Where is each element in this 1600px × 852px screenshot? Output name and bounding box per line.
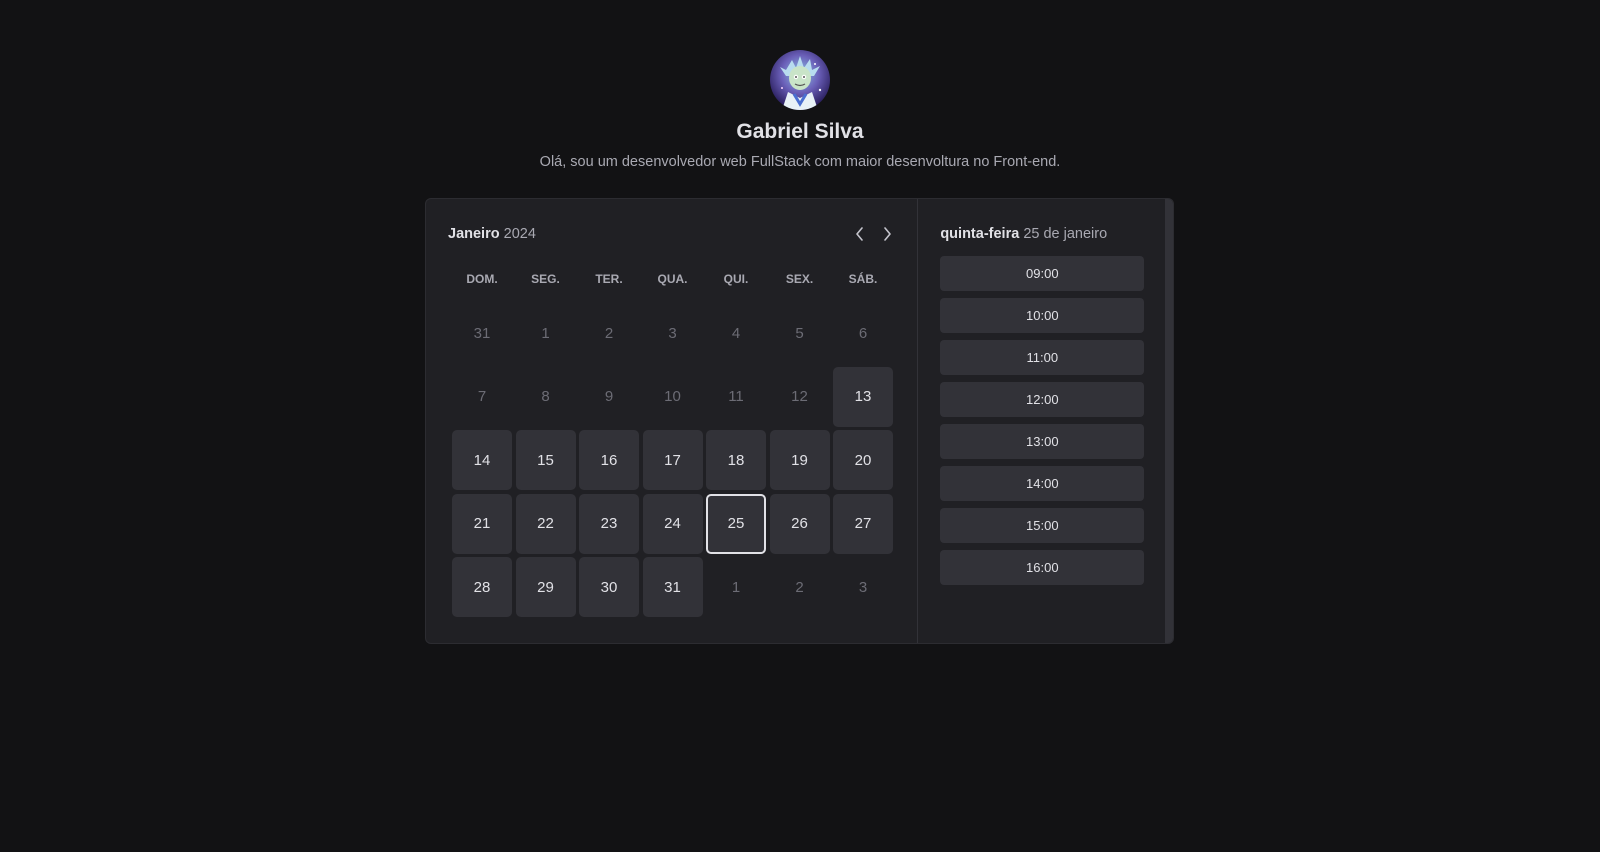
day-cell[interactable]: 27 bbox=[833, 493, 893, 554]
year: 2024 bbox=[503, 226, 536, 242]
day-cell: 2 bbox=[604, 324, 614, 342]
month-title: Janeiro 2024 bbox=[448, 226, 536, 242]
scheduling-card: Janeiro 2024 DOM. SEG. TER. QUA. QUI. SE… bbox=[425, 198, 1174, 644]
avatar bbox=[770, 50, 830, 110]
day-cell: 3 bbox=[668, 324, 677, 342]
selected-date: 25 de janeiro bbox=[1023, 226, 1108, 242]
day-cell[interactable]: 19 bbox=[769, 430, 830, 490]
time-slot-button[interactable]: 14:00 bbox=[940, 466, 1145, 501]
day-cell: 12 bbox=[791, 388, 808, 405]
weekday-label: SÁB. bbox=[848, 272, 878, 286]
month-navigation bbox=[852, 224, 895, 244]
time-slot-button[interactable]: 10:00 bbox=[940, 298, 1145, 333]
day-cell: 1 bbox=[541, 324, 550, 342]
profile-header: Gabriel Silva Olá, sou um desenvolvedor … bbox=[0, 50, 1600, 170]
weekday-label: TER. bbox=[595, 272, 623, 286]
day-cell[interactable]: 13 bbox=[833, 366, 893, 427]
day-cell: 9 bbox=[604, 388, 614, 405]
next-month-button[interactable] bbox=[879, 224, 895, 244]
day-cell[interactable]: 23 bbox=[579, 493, 639, 554]
day-cell: 8 bbox=[541, 388, 550, 405]
weekday-header-row: DOM. SEG. TER. QUA. QUI. SEX. SÁB. bbox=[452, 257, 893, 301]
day-cell: 10 bbox=[664, 388, 681, 405]
time-slot-list: 09:00 10:00 11:00 12:00 13:00 14:00 15:0… bbox=[940, 256, 1151, 585]
avatar-image bbox=[780, 56, 822, 110]
day-cell: 5 bbox=[795, 324, 804, 342]
time-slot-button[interactable]: 11:00 bbox=[940, 340, 1145, 375]
time-slot-button[interactable]: 12:00 bbox=[940, 382, 1145, 417]
day-cell: 2 bbox=[795, 578, 804, 596]
selected-date-title: quinta-feira 25 de janeiro bbox=[940, 224, 1151, 244]
time-slot-button[interactable]: 16:00 bbox=[940, 550, 1145, 585]
scrollbar[interactable] bbox=[1165, 199, 1173, 643]
day-cell[interactable]: 14 bbox=[452, 430, 512, 490]
day-cell[interactable]: 18 bbox=[706, 430, 766, 490]
weekday-label: QUA. bbox=[657, 272, 688, 286]
time-picker: quinta-feira 25 de janeiro 09:00 10:00 1… bbox=[917, 199, 1173, 643]
chevron-left-icon bbox=[856, 227, 864, 241]
day-cell[interactable]: 29 bbox=[515, 557, 576, 617]
day-cell[interactable]: 24 bbox=[642, 493, 703, 554]
day-cell[interactable]: 31 bbox=[642, 557, 703, 617]
weekday-label: DOM. bbox=[466, 272, 498, 286]
day-cell[interactable]: 17 bbox=[642, 430, 703, 490]
weekday-label: SEG. bbox=[531, 272, 560, 286]
day-cell[interactable]: 15 bbox=[515, 430, 576, 490]
selected-weekday: quinta-feira bbox=[940, 226, 1020, 242]
time-slot-button[interactable]: 15:00 bbox=[940, 508, 1145, 543]
weekday-label: SEX. bbox=[785, 272, 814, 286]
day-cell[interactable]: 20 bbox=[833, 430, 893, 490]
day-cell-selected[interactable]: 25 bbox=[706, 493, 766, 554]
calendar: Janeiro 2024 DOM. SEG. TER. QUA. QUI. SE… bbox=[426, 199, 917, 643]
previous-month-button[interactable] bbox=[852, 224, 868, 244]
weekday-label: QUI. bbox=[723, 272, 749, 286]
day-cell: 11 bbox=[728, 388, 744, 405]
days-grid: 31 1 2 3 4 5 6 7 8 9 10 11 12 13 14 15 16 17 18 19 20 21 22 23 2… bbox=[452, 303, 893, 617]
calendar-header: Janeiro 2024 bbox=[448, 224, 895, 244]
day-cell[interactable]: 22 bbox=[515, 493, 576, 554]
profile-name: Gabriel Silva bbox=[736, 120, 864, 143]
time-slot-button[interactable]: 09:00 bbox=[940, 256, 1145, 291]
day-cell[interactable]: 30 bbox=[579, 557, 639, 617]
day-cell: 1 bbox=[731, 578, 741, 596]
day-cell: 31 bbox=[473, 324, 491, 342]
day-cell[interactable]: 21 bbox=[452, 493, 512, 554]
day-cell[interactable]: 28 bbox=[452, 557, 512, 617]
month-name: Janeiro bbox=[448, 226, 500, 242]
day-cell: 6 bbox=[858, 324, 868, 342]
profile-bio: Olá, sou um desenvolvedor web FullStack … bbox=[539, 154, 1061, 170]
day-cell: 7 bbox=[477, 388, 487, 405]
day-cell: 3 bbox=[858, 578, 868, 596]
day-cell[interactable]: 16 bbox=[579, 430, 639, 490]
day-cell[interactable]: 26 bbox=[769, 493, 830, 554]
chevron-right-icon bbox=[884, 227, 892, 241]
day-cell: 4 bbox=[731, 324, 741, 342]
time-slot-button[interactable]: 13:00 bbox=[940, 424, 1145, 459]
